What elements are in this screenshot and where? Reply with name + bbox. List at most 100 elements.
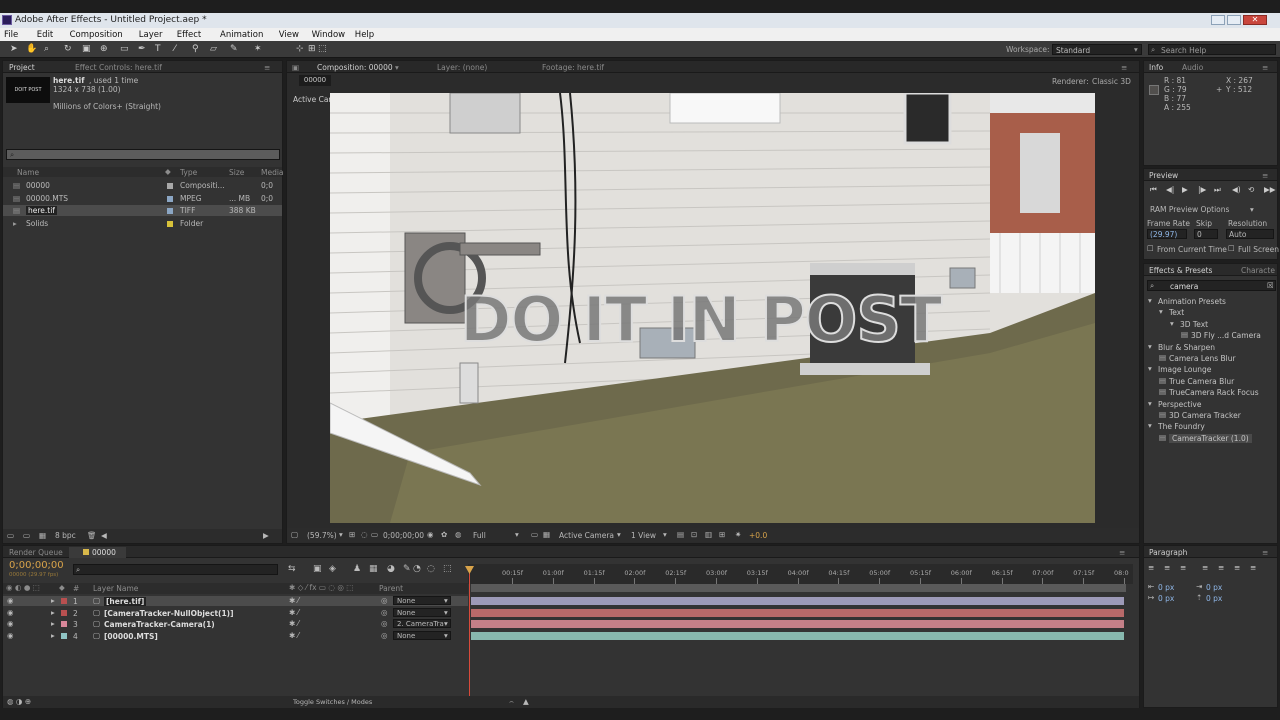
tab-timeline-comp[interactable]: 00000: [69, 547, 126, 558]
indent-left-value[interactable]: 0 px: [1158, 583, 1174, 592]
new-folder-icon[interactable]: ▭: [23, 531, 30, 540]
roto-tool-icon[interactable]: ✎: [230, 44, 238, 54]
time-ruler[interactable]: 00:15f 01:00f 01:15f 02:00f 02:15f 03:00f 03:1…: [468, 564, 1133, 584]
clone-tool-icon[interactable]: ⚲: [192, 44, 199, 54]
justify-all-icon[interactable]: ≡: [1250, 563, 1256, 572]
layer-duration-bar[interactable]: [471, 608, 1124, 617]
disclosure-triangle-icon[interactable]: ▾: [1170, 319, 1174, 328]
effects-tree-item[interactable]: ▾ 3D Text: [1144, 319, 1277, 329]
label-swatch[interactable]: [61, 598, 67, 604]
effects-tree-item[interactable]: ▤ True Camera Blur: [1144, 376, 1277, 386]
align-center-icon[interactable]: ≡: [1164, 563, 1170, 572]
label-swatch[interactable]: [167, 208, 173, 214]
rotate-tool-icon[interactable]: ↻: [64, 44, 72, 54]
current-time-indicator[interactable]: [469, 566, 470, 696]
disclosure-triangle-icon[interactable]: ▾: [1159, 307, 1163, 316]
layer-switches[interactable]: ✱ ⁄: [289, 596, 299, 605]
effects-tree-item[interactable]: ▾ Text: [1144, 307, 1277, 317]
justify-last-right-icon[interactable]: ≡: [1234, 563, 1240, 572]
view-layout-dropdown[interactable]: 1 View: [631, 531, 656, 540]
label-swatch[interactable]: [167, 220, 173, 227]
parent-dropdown[interactable]: 2. CameraTra ▾: [393, 619, 451, 628]
zoom-out-icon[interactable]: ⌢: [509, 697, 514, 707]
camera-tool-icon[interactable]: ▣: [82, 44, 91, 54]
always-preview-icon[interactable]: ▢: [291, 530, 298, 539]
tab-info[interactable]: Info: [1149, 62, 1163, 73]
menu-layer[interactable]: Layer: [139, 30, 163, 40]
layer-switches[interactable]: ✱ ⁄: [289, 608, 299, 617]
layer-switches[interactable]: ✱ ⁄: [289, 619, 299, 628]
effects-tree-item[interactable]: ▾ Blur & Sharpen: [1144, 342, 1277, 352]
resolution-dropdown[interactable]: Full: [473, 531, 486, 540]
next-frame-icon[interactable]: |▶: [1198, 185, 1206, 194]
tab-composition[interactable]: Composition: 00000: [317, 62, 393, 73]
rectangle-tool-icon[interactable]: ▭: [120, 44, 129, 54]
ram-preview-icon[interactable]: ▶▶: [1264, 185, 1276, 194]
effects-tree-item[interactable]: ▤ 3D Fly ...d Camera: [1144, 330, 1277, 340]
tab-project[interactable]: Project: [9, 62, 35, 73]
label-swatch[interactable]: [61, 609, 67, 616]
hide-shy-icon[interactable]: ♟: [353, 564, 361, 574]
search-help-field[interactable]: ⌕ Search Help: [1148, 44, 1276, 55]
exposure-icon[interactable]: ✷: [735, 530, 741, 539]
first-line-value[interactable]: 0 px: [1158, 594, 1174, 603]
viewer-timecode[interactable]: 0;00;00;00: [383, 531, 424, 540]
chevron-down-icon[interactable]: ▾: [515, 530, 519, 539]
tab-effect-controls[interactable]: Effect Controls: here.tif: [75, 62, 162, 73]
parent-pickwhip-icon[interactable]: ◎: [381, 631, 388, 640]
label-swatch[interactable]: [61, 621, 67, 627]
effects-tree-item[interactable]: ▤ 3D Camera Tracker: [1144, 410, 1277, 420]
disclosure-triangle-icon[interactable]: ▾: [1148, 342, 1152, 351]
play-icon[interactable]: ▶: [1182, 185, 1188, 194]
effects-search-input[interactable]: ⌕ camera ☒: [1147, 280, 1276, 291]
maximize-button[interactable]: [1227, 15, 1241, 25]
effects-tree-item[interactable]: ▤ Camera Lens Blur: [1144, 353, 1277, 363]
selection-tool-icon[interactable]: ➤: [10, 44, 18, 54]
effects-tree-item[interactable]: ▤ CameraTracker (1.0): [1144, 433, 1277, 443]
timeline-layer-row[interactable]: ◉ ▸ 2 ▢ [CameraTracker-NullObject(1)] ✱ ⁄ ◎ Non…: [3, 607, 468, 618]
comp-subtab[interactable]: 00000: [299, 75, 331, 86]
parent-pickwhip-icon[interactable]: ◎: [381, 619, 388, 628]
timeline-layer-row[interactable]: ◉ ▸ 3 ▢ CameraTracker-Camera(1) ✱ ⁄ ◎ 2. Camera…: [3, 619, 468, 629]
project-item-row[interactable]: ▤ 00000.MTS MPEG ... MB 0;0: [3, 193, 282, 204]
disclosure-triangle-icon[interactable]: ▾: [1148, 421, 1152, 430]
brush-tool-icon[interactable]: ⁄: [174, 44, 176, 54]
pixel-aspect-icon[interactable]: ▤: [677, 530, 684, 539]
justify-last-center-icon[interactable]: ≡: [1218, 563, 1224, 572]
axis-local-icon[interactable]: ⊹: [296, 44, 304, 54]
fast-previews-icon[interactable]: ⊡: [691, 530, 697, 539]
axis-view-icon[interactable]: ⬚: [318, 44, 327, 54]
col-size[interactable]: Size: [229, 168, 244, 177]
effects-tree-item[interactable]: ▾ Animation Presets: [1144, 296, 1277, 306]
timeline-layer-row[interactable]: ◉ ▸ 1 ▢ [here.tif] ✱ ⁄ ◎ None ▾: [3, 596, 468, 606]
exposure-value[interactable]: +0.0: [749, 531, 767, 540]
tab-character[interactable]: Characte: [1241, 265, 1275, 276]
type-tool-icon[interactable]: T: [155, 44, 161, 54]
hand-tool-icon[interactable]: ✋: [26, 44, 37, 54]
live-update-icon[interactable]: ▣: [313, 564, 322, 574]
layer-search-input[interactable]: ⌕: [73, 564, 278, 575]
disclosure-triangle-icon[interactable]: ▾: [1148, 296, 1152, 305]
menu-view[interactable]: View: [279, 30, 299, 40]
text-overlay-do-it-in-post[interactable]: DO IT IN POST: [459, 282, 943, 357]
flowchart-icon[interactable]: ⊞: [719, 530, 725, 539]
mask-icon[interactable]: ◌: [361, 530, 368, 539]
tab-footage[interactable]: Footage: here.tif: [542, 62, 604, 73]
project-search-input[interactable]: ⌕: [6, 149, 280, 160]
grid-icon[interactable]: ⊞: [349, 530, 355, 539]
brainstorm-icon[interactable]: ✎: [403, 564, 411, 574]
col-type[interactable]: Type: [180, 168, 197, 177]
project-item-row[interactable]: ▤ 00000 Compositi... 0;0: [3, 180, 282, 191]
comp-mini-flowchart-icon[interactable]: ⇆: [288, 564, 296, 574]
layer-duration-bar[interactable]: [471, 620, 1124, 628]
axis-world-icon[interactable]: ⊞: [308, 44, 316, 54]
layer-duration-bar[interactable]: [471, 631, 1124, 640]
parent-dropdown[interactable]: None ▾: [393, 607, 451, 617]
prev-frame-icon[interactable]: ◀|: [1166, 185, 1174, 194]
loop-icon[interactable]: ⟲: [1248, 185, 1254, 194]
chevron-down-icon[interactable]: ▾: [663, 530, 667, 539]
panel-menu-icon[interactable]: ≡: [1121, 62, 1127, 73]
timeline-layer-row[interactable]: ◉ ▸ 4 ▢ [00000.MTS] ✱ ⁄ ◎ None ▾: [3, 630, 468, 641]
label-swatch[interactable]: [167, 195, 173, 202]
menu-animation[interactable]: Animation: [220, 30, 263, 40]
